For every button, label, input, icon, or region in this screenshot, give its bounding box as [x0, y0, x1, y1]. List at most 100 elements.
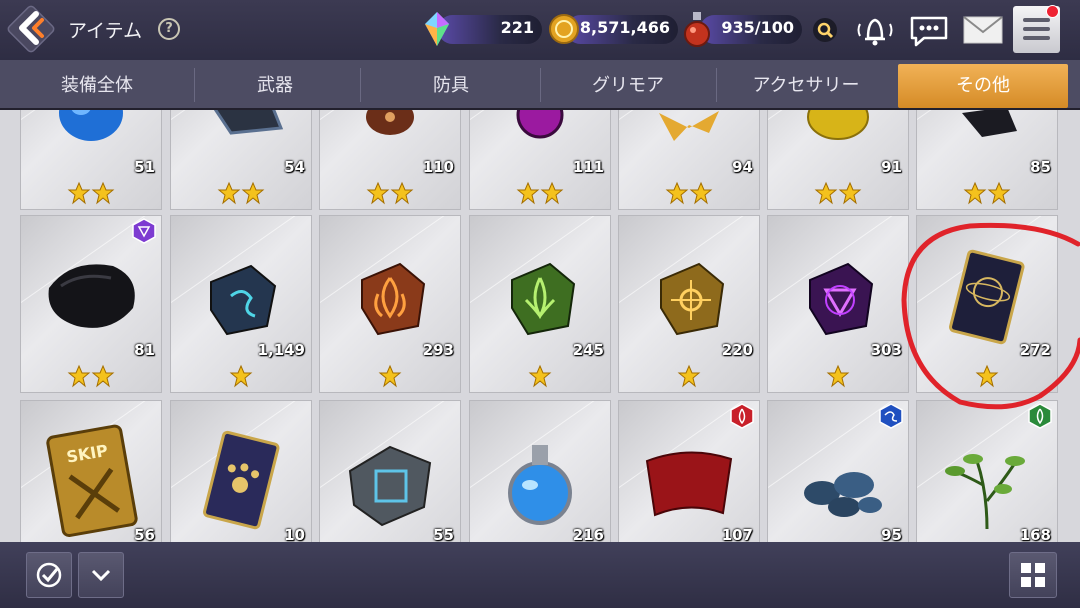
star-icon: [987, 181, 1011, 205]
crystal-value: 221: [500, 18, 534, 37]
item-count: 55: [433, 526, 454, 542]
item-cell[interactable]: 245: [469, 215, 611, 393]
item-cell[interactable]: 293: [319, 215, 461, 393]
grid-view-button[interactable]: [1009, 552, 1057, 598]
item-cell[interactable]: 85: [916, 110, 1058, 210]
item-count: 81: [134, 341, 155, 359]
item-count: 168: [1019, 526, 1051, 542]
mail-icon[interactable]: [962, 15, 1004, 45]
purple-element-badge: [132, 218, 156, 244]
item-cell[interactable]: 168: [916, 400, 1058, 542]
menu-icon: [1023, 18, 1050, 22]
chevron-down-icon: [91, 569, 111, 582]
star-rating: [171, 181, 311, 207]
item-cell[interactable]: 303: [767, 215, 909, 393]
search-icon[interactable]: [812, 17, 838, 43]
item-cell[interactable]: 54: [170, 110, 312, 210]
item-cell[interactable]: 95: [767, 400, 909, 542]
grid-icon: [1021, 563, 1045, 587]
item-cell[interactable]: 107: [618, 400, 760, 542]
gold-counter: 8,571,466: [566, 15, 678, 44]
crystal-counter: 221: [438, 15, 542, 44]
star-rating: [171, 364, 311, 390]
bell-icon[interactable]: [854, 12, 896, 48]
item-count: 91: [881, 158, 902, 176]
item-count: 216: [572, 526, 604, 542]
check-circle-icon: [36, 562, 62, 588]
top-bar: アイテム ? 221 8,571,466 935/100: [0, 0, 1080, 60]
item-cell[interactable]: 81: [20, 215, 162, 393]
sort-dropdown-button[interactable]: [78, 552, 124, 598]
star-rating: [917, 364, 1057, 390]
tab-armor[interactable]: 防具: [361, 64, 541, 108]
fire-element-badge: [730, 403, 754, 429]
star-icon: [677, 364, 701, 388]
paw-card-icon: [203, 430, 280, 530]
item-cell[interactable]: 111: [469, 110, 611, 210]
notification-dot: [1046, 5, 1059, 18]
star-icon: [826, 364, 850, 388]
item-count: 56: [134, 526, 155, 542]
item-count: 303: [870, 341, 902, 359]
star-rating: [21, 364, 161, 390]
star-rating: [768, 181, 908, 207]
star-rating: [470, 364, 610, 390]
item-count: 293: [422, 341, 454, 359]
crystal-icon: [425, 12, 449, 46]
help-icon[interactable]: ?: [158, 18, 180, 40]
blue-slate-icon: [348, 445, 432, 527]
star-icon: [366, 181, 390, 205]
wind-element-badge: [1028, 403, 1052, 429]
item-cell[interactable]: 216: [469, 400, 611, 542]
star-rating: [320, 181, 460, 207]
tab-weapons[interactable]: 武器: [195, 64, 355, 108]
star-rating: [619, 364, 759, 390]
item-cell[interactable]: 10: [170, 400, 312, 542]
item-cell[interactable]: 1,149: [170, 215, 312, 393]
tab-other[interactable]: その他: [898, 64, 1068, 108]
star-icon: [528, 364, 552, 388]
star-icon: [67, 181, 91, 205]
select-mode-button[interactable]: [26, 552, 72, 598]
chat-icon[interactable]: [908, 14, 950, 48]
gold-value: 8,571,466: [579, 18, 670, 37]
item-cell[interactable]: 51: [20, 110, 162, 210]
blue-flask-icon: [508, 445, 572, 525]
star-icon: [516, 181, 540, 205]
item-count: 95: [881, 526, 902, 542]
stamina-counter: 935/100: [700, 15, 802, 44]
star-rating: [768, 364, 908, 390]
star-icon: [241, 181, 265, 205]
water-element-badge: [879, 403, 903, 429]
item-count: 272: [1019, 341, 1051, 359]
item-cell[interactable]: 272: [916, 215, 1058, 393]
item-cell[interactable]: 91: [767, 110, 909, 210]
star-rating: [917, 181, 1057, 207]
item-count: 54: [284, 158, 305, 176]
tab-all-equipment[interactable]: 装備全体: [0, 64, 194, 108]
item-count: 107: [721, 526, 753, 542]
bottom-bar: [0, 542, 1080, 608]
star-icon: [378, 364, 402, 388]
tab-grimoire[interactable]: グリモア: [541, 64, 715, 108]
star-icon: [838, 181, 862, 205]
stamina-value: 935/100: [721, 18, 794, 37]
item-count: 220: [721, 341, 753, 359]
page-title: アイテム: [68, 20, 143, 42]
item-cell[interactable]: 220: [618, 215, 760, 393]
item-count: 110: [422, 158, 454, 176]
skip-ticket-icon: SKIP: [46, 424, 138, 538]
category-tabs: 装備全体 武器 防具 グリモア アクセサリー その他: [0, 60, 1080, 110]
star-icon: [665, 181, 689, 205]
star-icon: [67, 364, 91, 388]
star-icon: [217, 181, 241, 205]
item-cell[interactable]: 110: [319, 110, 461, 210]
star-icon: [689, 181, 713, 205]
item-cell[interactable]: SKIP 56: [20, 400, 162, 542]
item-count: 10: [284, 526, 305, 542]
tab-accessory[interactable]: アクセサリー: [717, 64, 895, 108]
star-rating: [619, 181, 759, 207]
star-icon: [975, 364, 999, 388]
item-cell[interactable]: 94: [618, 110, 760, 210]
item-cell[interactable]: 55: [319, 400, 461, 542]
